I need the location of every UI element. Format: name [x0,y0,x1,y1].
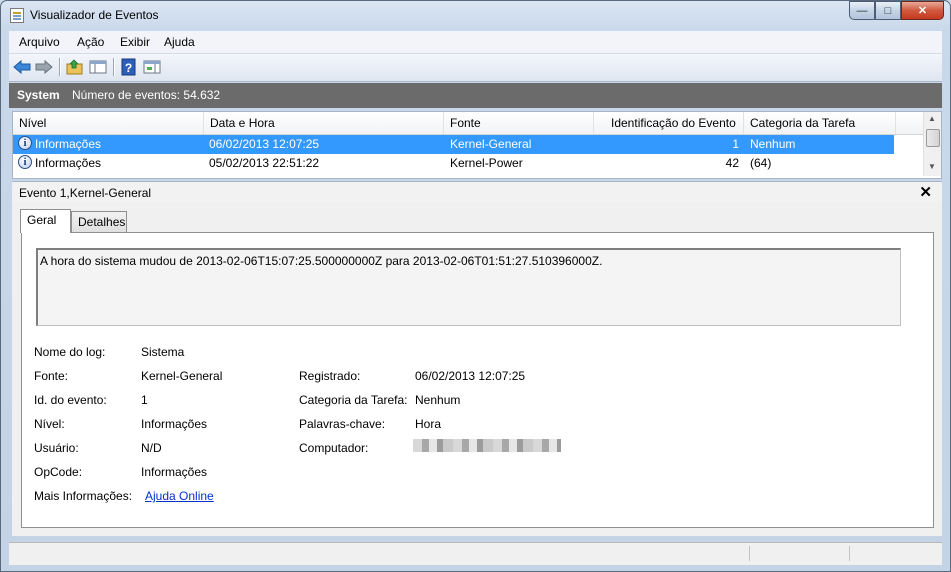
title-bar[interactable]: Visualizador de Eventos — □ ✕ [1,1,950,30]
table-row[interactable]: i Informações 06/02/2013 12:07:25 Kernel… [13,135,941,154]
column-header-datetime[interactable]: Data e Hora [204,112,444,134]
tab-detalhes[interactable]: Detalhes [71,211,127,232]
level-value: Informações [141,417,208,431]
menu-exibir[interactable]: Exibir [120,35,150,49]
cell-level: Informações [35,137,102,151]
status-separator [749,546,750,561]
events-grid: Nível Data e Hora Fonte Identificação do… [12,111,942,179]
status-separator [849,546,850,561]
cell-datetime: 05/02/2013 22:51:22 [209,156,320,170]
event-viewer-app-icon [10,8,24,23]
action-pane-button[interactable] [143,58,161,76]
event-detail-title: Evento 1,Kernel-General [19,186,152,200]
cell-datetime: 06/02/2013 12:07:25 [209,137,320,151]
keywords-label: Palavras-chave: [299,417,386,431]
cell-event-id: 42 [725,156,739,170]
back-button[interactable] [13,58,31,76]
task-category-value: Nenhum [415,393,461,407]
information-icon: i [18,136,32,150]
back-arrow-icon [13,59,31,75]
cell-source: Kernel-Power [450,156,523,170]
computer-label: Computador: [299,441,369,455]
close-detail-icon[interactable]: ✕ [919,183,932,201]
maximize-icon: □ [884,4,892,17]
event-count: Número de eventos: 54.632 [72,88,221,102]
event-detail-header: Evento 1,Kernel-General ✕ [12,181,942,203]
column-header-source[interactable]: Fonte [444,112,594,134]
minimize-button[interactable]: — [849,1,875,20]
show-hide-tree-button[interactable] [89,58,107,76]
cell-level: Informações [35,156,102,170]
log-header-bar: System Número de eventos: 54.632 [9,83,942,108]
scroll-down-icon[interactable]: ▼ [928,162,936,171]
up-level-button[interactable] [66,58,84,76]
show-hide-tree-icon [89,60,107,74]
cell-event-id: 1 [732,137,739,151]
help-button[interactable]: ? [120,58,138,76]
event-id-label: Id. do evento: [34,393,107,407]
scroll-up-icon[interactable]: ▲ [928,114,936,123]
source-label: Fonte: [34,369,69,383]
task-category-label: Categoria da Tarefa: [299,393,408,407]
event-message[interactable]: A hora do sistema mudou de 2013-02-06T15… [36,248,901,326]
svg-text:?: ? [125,61,132,75]
online-help-link[interactable]: Ajuda Online [145,489,214,503]
cell-source: Kernel-General [450,137,532,151]
menu-acao[interactable]: Ação [77,35,104,49]
window-title: Visualizador de Eventos [30,8,159,22]
information-icon: i [18,155,32,169]
toolbar: ? [9,54,942,82]
log-name-value: Sistema [141,345,185,359]
user-value: N/D [141,441,162,455]
column-header-event-id[interactable]: Identificação do Evento [594,112,744,134]
tab-geral[interactable]: Geral [20,209,71,233]
event-viewer-window: Visualizador de Eventos — □ ✕ Arquivo Aç… [0,0,951,572]
user-label: Usuário: [34,441,79,455]
more-info-label: Mais Informações: [34,489,133,503]
scroll-thumb[interactable] [926,129,940,147]
event-id-value: 1 [141,393,148,407]
forward-button[interactable] [35,58,53,76]
logged-label: Registrado: [299,369,361,383]
menu-ajuda[interactable]: Ajuda [164,35,195,49]
grid-header: Nível Data e Hora Fonte Identificação do… [13,112,941,135]
cell-task-category: (64) [750,156,772,170]
column-header-task-category[interactable]: Categoria da Tarefa [744,112,896,134]
close-button[interactable]: ✕ [901,1,944,20]
maximize-button[interactable]: □ [875,1,901,20]
status-bar [9,542,942,565]
close-icon: ✕ [917,5,928,17]
log-name-label: Nome do log: [34,345,106,359]
opcode-value: Informações [141,465,208,479]
menu-arquivo[interactable]: Arquivo [19,35,60,49]
table-row[interactable]: i Informações 05/02/2013 22:51:22 Kernel… [13,154,941,173]
opcode-label: OpCode: [34,465,83,479]
menu-bar: Arquivo Ação Exibir Ajuda [9,31,942,54]
minimize-icon: — [856,4,868,17]
action-pane-icon [143,60,161,74]
forward-arrow-icon [35,59,53,75]
event-detail-panel: Geral Detalhes A hora do sistema mudou d… [12,202,942,536]
source-value: Kernel-General [141,369,223,383]
keywords-value: Hora [415,417,442,431]
help-icon: ? [121,58,136,76]
grid-vertical-scrollbar[interactable]: ▲ ▼ [923,112,941,176]
general-tab-content: A hora do sistema mudou de 2013-02-06T15… [21,232,934,528]
cell-task-category: Nenhum [750,137,796,151]
computer-name-redacted [413,439,561,452]
column-header-level[interactable]: Nível [13,112,204,134]
toolbar-separator [59,58,61,76]
folder-up-icon [66,59,83,75]
log-name: System [17,88,60,102]
logged-value: 06/02/2013 12:07:25 [415,369,526,383]
window-controls: — □ ✕ [849,1,944,21]
toolbar-separator [113,58,115,76]
level-label: Nível: [34,417,65,431]
